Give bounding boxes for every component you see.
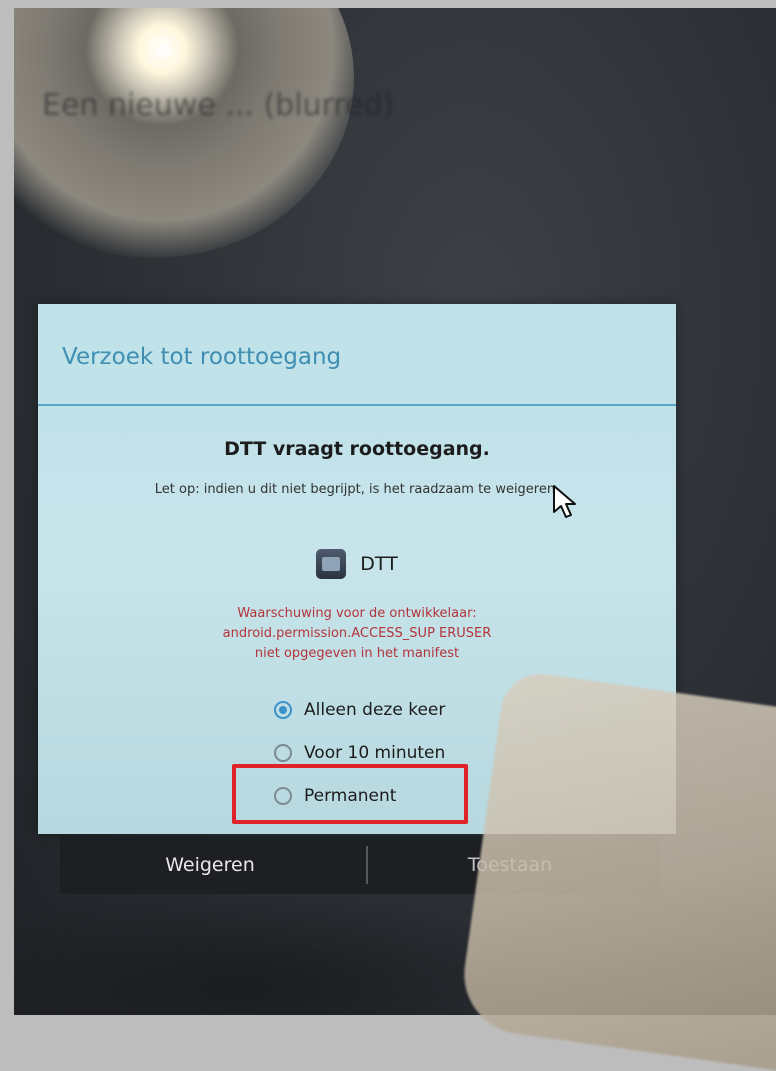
warning-line-3: niet opgegeven in het manifest <box>254 646 460 661</box>
request-headline: DTT vraagt roottoegang. <box>224 438 490 460</box>
app-identity: DTT <box>38 544 676 584</box>
dialog-title: Verzoek tot roottoegang <box>62 344 342 370</box>
option-once-label: Alleen deze keer <box>304 699 446 720</box>
deny-button[interactable]: Weigeren <box>60 836 360 894</box>
radio-unselected-icon[interactable] <box>274 743 292 762</box>
warning-line-2: android.permission.ACCESS_SUP ERUSER <box>222 626 492 641</box>
red-highlight-annotation <box>232 764 468 824</box>
mouse-pointer-icon <box>553 485 576 518</box>
request-subtitle: Let op: indien u dit niet begrijpt, is h… <box>154 482 560 497</box>
developer-warning: Waarschuwing voor de ontwikkelaar: andro… <box>38 604 676 664</box>
background-screen-text: Een nieuwe ... (blurred) <box>42 88 395 123</box>
radio-selected-icon[interactable] <box>274 700 292 719</box>
hand-occluding-screen <box>456 668 776 1071</box>
option-once[interactable]: Alleen deze keer <box>274 688 445 731</box>
title-divider <box>38 404 676 406</box>
lamp-glare-reflection <box>14 8 354 258</box>
app-icon <box>316 549 347 579</box>
warning-line-1: Waarschuwing voor de ontwikkelaar: <box>237 606 477 621</box>
app-name: DTT <box>360 553 398 575</box>
option-10-minutes-label: Voor 10 minuten <box>304 742 446 763</box>
